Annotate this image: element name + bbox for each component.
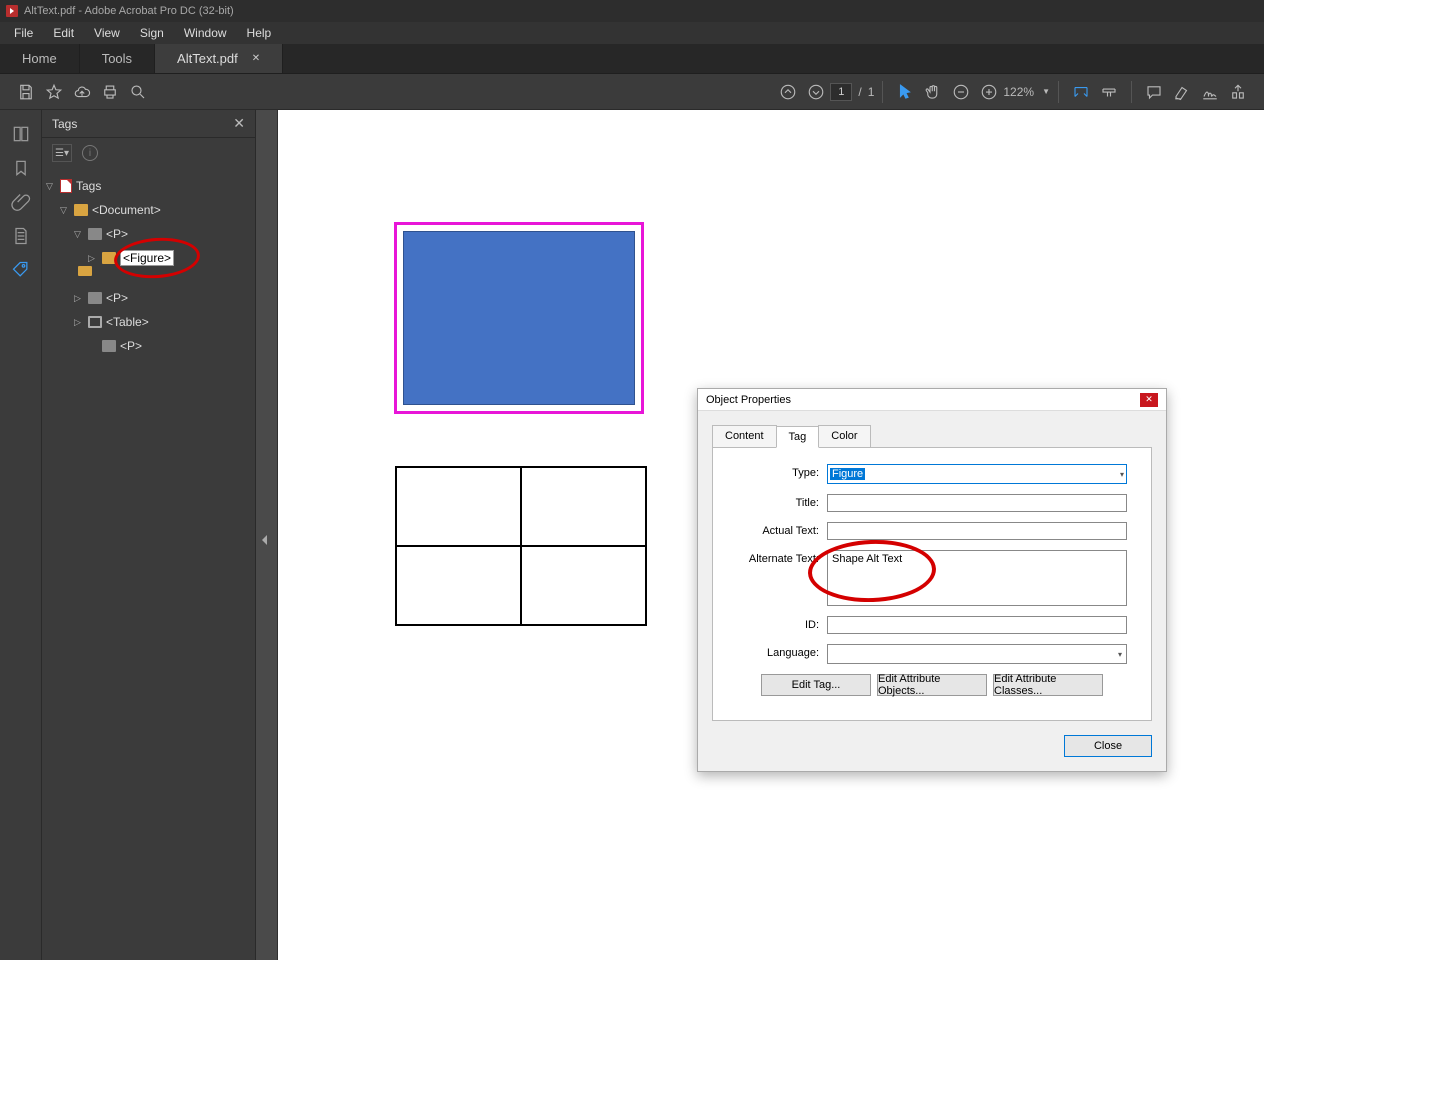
figure-shape <box>403 231 635 405</box>
actual-text-label: Actual Text: <box>737 522 827 537</box>
dialog-close-button[interactable]: Close <box>1064 735 1152 757</box>
edit-tag-button[interactable]: Edit Tag... <box>761 674 871 696</box>
hand-icon[interactable] <box>919 78 947 106</box>
dialog-tab-color[interactable]: Color <box>818 425 870 447</box>
language-label: Language: <box>737 644 827 659</box>
zoom-out-icon[interactable] <box>947 78 975 106</box>
id-label: ID: <box>737 616 827 631</box>
type-label: Type: <box>737 464 827 479</box>
sign-icon[interactable] <box>1196 78 1224 106</box>
comment-icon[interactable] <box>1140 78 1168 106</box>
page-up-icon[interactable] <box>774 78 802 106</box>
print-icon[interactable] <box>96 78 124 106</box>
dialog-title: Object Properties <box>706 394 791 406</box>
toolbar: / 1 122%▼ <box>0 74 1264 110</box>
type-value[interactable]: Figure <box>830 468 865 480</box>
language-dropdown-icon[interactable]: ▾ <box>1114 650 1126 659</box>
left-rail <box>0 110 42 960</box>
app-logo-icon <box>6 5 18 17</box>
object-properties-dialog: Object Properties ✕ Content Tag Color Ty… <box>697 388 1167 772</box>
collapse-handle-icon[interactable] <box>262 535 267 545</box>
more-tools-icon[interactable] <box>1224 78 1252 106</box>
attachment-icon[interactable] <box>11 192 31 212</box>
tags-icon[interactable] <box>11 260 31 280</box>
tree-p1[interactable]: ▽ <P> <box>46 222 251 246</box>
tree-table[interactable]: ▷ <Table> <box>46 310 251 334</box>
tab-tools[interactable]: Tools <box>80 44 155 73</box>
menu-sign[interactable]: Sign <box>130 23 174 43</box>
tags-tree[interactable]: ▽ Tags ▽ <Document> ▽ <P> ▷ <Figure> <box>42 168 255 364</box>
star-icon[interactable] <box>40 78 68 106</box>
document-table <box>395 466 647 626</box>
tree-root[interactable]: ▽ Tags <box>46 174 251 198</box>
window-title: AltText.pdf - Adobe Acrobat Pro DC (32-b… <box>24 5 234 17</box>
dialog-tab-content[interactable]: Content <box>712 425 777 447</box>
titlebar: AltText.pdf - Adobe Acrobat Pro DC (32-b… <box>0 0 1264 22</box>
close-tab-icon[interactable]: ✕ <box>252 53 260 64</box>
menubar: File Edit View Sign Window Help <box>0 22 1264 44</box>
type-dropdown-icon[interactable]: ▾ <box>1120 470 1124 479</box>
title-input[interactable] <box>827 494 1127 512</box>
tab-home[interactable]: Home <box>0 44 80 73</box>
page-down-icon[interactable] <box>802 78 830 106</box>
page-current-input[interactable] <box>830 83 852 101</box>
menu-help[interactable]: Help <box>237 23 282 43</box>
page-icon[interactable] <box>11 226 31 246</box>
title-label: Title: <box>737 494 827 509</box>
fit-page-icon[interactable] <box>1095 78 1123 106</box>
dialog-tab-tag[interactable]: Tag <box>776 426 820 448</box>
document-tabs: Home Tools AltText.pdf ✕ <box>0 44 1264 74</box>
tree-figure[interactable]: ▷ <Figure> <box>46 246 251 270</box>
edit-attribute-objects-button[interactable]: Edit Attribute Objects... <box>877 674 987 696</box>
search-icon[interactable] <box>124 78 152 106</box>
tree-document[interactable]: ▽ <Document> <box>46 198 251 222</box>
close-panel-icon[interactable]: ✕ <box>233 115 245 132</box>
zoom-level[interactable]: 122%▼ <box>1003 85 1050 99</box>
menu-window[interactable]: Window <box>174 23 237 43</box>
tags-panel-title: Tags <box>52 117 77 131</box>
tags-panel: Tags ✕ ☰▾ i ▽ Tags ▽ <Document> ▽ <P> <box>42 110 256 960</box>
highlight-icon[interactable] <box>1168 78 1196 106</box>
dialog-close-icon[interactable]: ✕ <box>1140 393 1158 407</box>
menu-view[interactable]: View <box>84 23 130 43</box>
menu-file[interactable]: File <box>4 23 43 43</box>
tree-p2[interactable]: ▷ <P> <box>46 286 251 310</box>
tags-options-button[interactable]: ☰▾ <box>52 144 72 162</box>
menu-edit[interactable]: Edit <box>43 23 84 43</box>
page-total: 1 <box>868 85 875 99</box>
cloud-icon[interactable] <box>68 78 96 106</box>
edit-attribute-classes-button[interactable]: Edit Attribute Classes... <box>993 674 1103 696</box>
fit-width-icon[interactable] <box>1067 78 1095 106</box>
panel-collapse-gutter[interactable] <box>256 110 278 960</box>
id-input[interactable] <box>827 616 1127 634</box>
tree-p3[interactable]: ▷ <P> <box>46 334 251 358</box>
actual-text-input[interactable] <box>827 522 1127 540</box>
page-indicator: / 1 <box>830 83 874 101</box>
tab-document[interactable]: AltText.pdf ✕ <box>155 44 283 73</box>
alt-text-label: Alternate Text: <box>737 550 827 565</box>
thumbnails-icon[interactable] <box>11 124 31 144</box>
alt-text-input[interactable] <box>827 550 1127 606</box>
save-icon[interactable] <box>12 78 40 106</box>
child-tag-icon <box>78 266 92 276</box>
selected-figure[interactable] <box>394 222 644 414</box>
pointer-icon[interactable] <box>891 78 919 106</box>
bookmark-icon[interactable] <box>11 158 31 178</box>
tags-info-icon: i <box>82 145 98 161</box>
zoom-in-icon[interactable] <box>975 78 1003 106</box>
